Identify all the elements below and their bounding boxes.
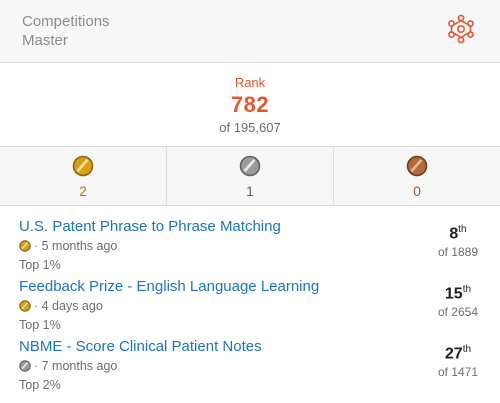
competition-rank: 15th of 2654 [438, 284, 478, 319]
gold-medal-cell: 2 [0, 147, 166, 205]
bronze-medal-cell: 0 [333, 147, 500, 205]
competition-meta: · 4 days ago [19, 298, 500, 314]
competition-link[interactable]: Feedback Prize - English Language Learni… [19, 278, 500, 296]
list-item: U.S. Patent Phrase to Phrase Matching · … [0, 218, 500, 278]
competition-participants: of 1471 [437, 365, 478, 380]
gold-medal-icon [72, 155, 94, 177]
competition-list: U.S. Patent Phrase to Phrase Matching · … [0, 206, 500, 398]
competition-participants: of 1889 [437, 245, 478, 260]
competition-place-suffix: th [458, 224, 467, 235]
silver-medal-icon [239, 155, 261, 177]
bronze-medal-icon [406, 155, 428, 177]
competition-place-suffix: th [462, 284, 472, 295]
competition-place: 8 [449, 225, 459, 243]
silver-medal-count: 1 [246, 183, 254, 199]
rank-panel: Rank 782 of 195,607 [0, 63, 500, 147]
gold-medal-icon [19, 300, 31, 312]
competition-place-suffix: th [462, 344, 472, 355]
competition-percentile: Top 1% [19, 318, 61, 332]
competition-percentile: Top 2% [19, 378, 61, 392]
rank-label: Rank [234, 75, 266, 90]
rank-value: 782 [230, 92, 270, 117]
competition-meta: · 5 months ago [19, 238, 500, 254]
rank-total: of 195,607 [219, 120, 281, 135]
medal-counts: 2 1 0 [0, 147, 500, 206]
competition-meta: · 7 months ago [19, 358, 500, 374]
competition-percentile: Top 1% [19, 258, 61, 272]
competition-rank: 27th of 1471 [438, 344, 478, 379]
tier-block: Competitions Master [22, 12, 110, 50]
competition-time: · 5 months ago [34, 239, 118, 253]
bronze-medal-count: 0 [413, 183, 421, 199]
competition-time: · 7 months ago [34, 359, 118, 373]
competition-participants: of 2654 [437, 305, 478, 320]
silver-medal-cell: 1 [166, 147, 333, 205]
gold-medal-icon [19, 240, 31, 252]
competition-rank: 8th of 1889 [438, 224, 478, 259]
competition-link[interactable]: U.S. Patent Phrase to Phrase Matching [19, 218, 500, 236]
tier-label: Master [22, 32, 68, 49]
competition-place: 15 [444, 285, 463, 303]
gold-medal-count: 2 [79, 183, 87, 199]
list-item: Feedback Prize - English Language Learni… [0, 278, 500, 338]
competition-link[interactable]: NBME - Score Clinical Patient Notes [19, 338, 500, 356]
competition-time: · 4 days ago [34, 299, 103, 313]
profile-competitions-header: Competitions Master [0, 0, 500, 63]
list-item: NBME - Score Clinical Patient Notes · 7 … [0, 338, 500, 398]
competitions-icon [448, 14, 474, 44]
silver-medal-icon [19, 360, 31, 372]
competition-place: 27 [444, 345, 463, 363]
category-label: Competitions [22, 13, 110, 30]
